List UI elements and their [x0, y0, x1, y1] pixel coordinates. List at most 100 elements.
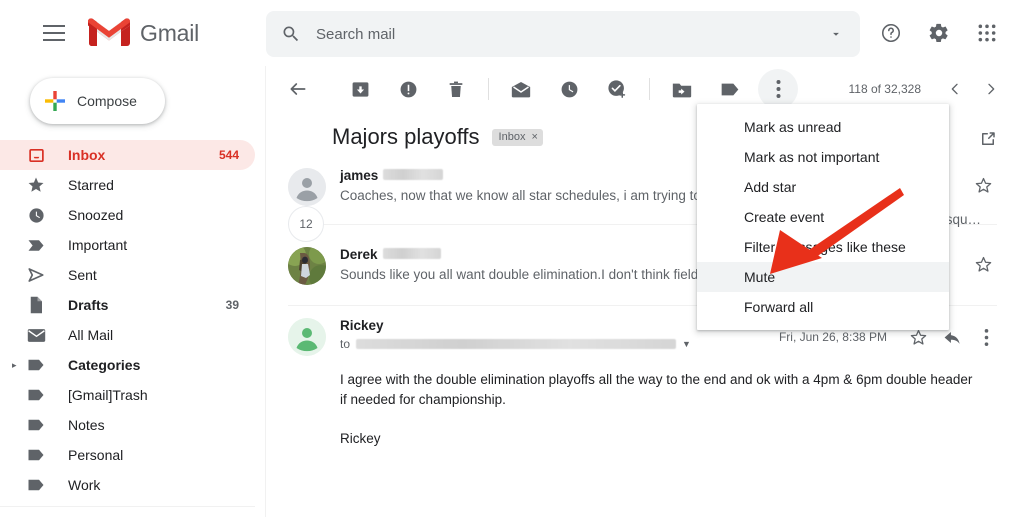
message-text: I agree with the double elimination play… — [340, 372, 973, 408]
draft-icon — [26, 295, 46, 315]
menu-item-add-star[interactable]: Add star — [697, 172, 949, 202]
sidebar-item-label: Notes — [68, 417, 105, 433]
plus-icon — [44, 90, 66, 112]
sidebar-item-label: Categories — [68, 357, 141, 373]
sidebar-item-gmail-trash[interactable]: [Gmail]Trash — [0, 380, 255, 410]
star-outline-icon[interactable] — [974, 255, 993, 279]
delete-icon[interactable] — [436, 69, 476, 109]
star-outline-icon[interactable] — [974, 176, 993, 200]
label-important-icon — [26, 235, 46, 255]
sidebar-item-count: 544 — [218, 148, 239, 162]
add-to-tasks-icon[interactable] — [597, 69, 637, 109]
sidebar-item-starred[interactable]: Starred — [0, 170, 255, 200]
sidebar-item-snoozed[interactable]: Snoozed — [0, 200, 255, 230]
menu-item-create-event[interactable]: Create event — [697, 202, 949, 232]
avatar — [288, 168, 326, 206]
brand-title: Gmail — [140, 19, 200, 46]
sender-name: james — [340, 168, 379, 183]
gear-icon[interactable] — [918, 12, 960, 54]
sidebar-item-sent[interactable]: Sent — [0, 260, 255, 290]
sidebar-item-label: Work — [68, 477, 101, 493]
menu-item-forward-all[interactable]: Forward all — [697, 292, 949, 322]
sidebar-item-count: 39 — [225, 298, 239, 312]
menu-item-mark-as-unread[interactable]: Mark as unread — [697, 112, 949, 142]
label-icon — [26, 355, 46, 375]
label-chip-text: Inbox — [498, 130, 526, 143]
redacted-sender — [383, 169, 444, 180]
snippet-text: Coaches, now that we know all star sched… — [340, 188, 726, 203]
report-spam-icon[interactable] — [388, 69, 428, 109]
toolbar-divider — [488, 78, 489, 100]
label-icon — [26, 385, 46, 405]
sidebar-divider — [0, 506, 255, 507]
sidebar-item-label: [Gmail]Trash — [68, 387, 148, 403]
meet-section-title: Meet — [0, 513, 265, 517]
label-icon — [26, 445, 46, 465]
message-date: Fri, Jun 26, 8:38 PM — [778, 330, 887, 344]
archive-icon[interactable] — [340, 69, 380, 109]
sender-name: Rickey — [340, 318, 384, 333]
sender-name: Derek — [340, 247, 378, 262]
sidebar-item-label: Inbox — [68, 147, 106, 163]
clock-icon — [26, 205, 46, 225]
sidebar-item-important[interactable]: Important — [0, 230, 255, 260]
move-to-icon[interactable] — [662, 69, 702, 109]
toolbar-divider-2 — [649, 78, 650, 100]
thread-counter: 118 of 32,328 — [848, 82, 921, 96]
menu-item-filter-messages-like-these[interactable]: Filter messages like these — [697, 232, 949, 262]
sidebar-item-label: Drafts — [68, 297, 109, 313]
chevron-down-icon[interactable]: ▼ — [682, 339, 691, 349]
chevron-right-icon[interactable] — [973, 71, 1009, 107]
sidebar-item-work[interactable]: Work — [0, 470, 255, 500]
sidebar-item-label: Snoozed — [68, 207, 124, 223]
sidebar-item-notes[interactable]: Notes — [0, 410, 255, 440]
more-options-icon[interactable] — [758, 69, 798, 109]
snooze-icon[interactable] — [549, 69, 589, 109]
sidebar-item-personal[interactable]: Personal — [0, 440, 255, 470]
gmail-brand[interactable]: Gmail — [88, 17, 199, 49]
mark-unread-icon[interactable] — [501, 69, 541, 109]
redacted-recipients — [356, 339, 677, 349]
open-in-new-window-icon[interactable] — [979, 130, 997, 153]
all-mail-icon — [26, 325, 46, 345]
gmail-m-logo — [88, 17, 130, 49]
avatar — [288, 318, 326, 356]
label-icon — [26, 475, 46, 495]
sidebar-item-categories[interactable]: ▸ Categories — [0, 350, 255, 380]
compose-button[interactable]: Compose — [30, 78, 165, 124]
more-options-menu: Mark as unread Mark as not important Add… — [697, 104, 949, 330]
sidebar: Compose Inbox 544 Starred Snoozed Import… — [0, 66, 266, 517]
sidebar-item-label: Personal — [68, 447, 124, 463]
sidebar-item-label: All Mail — [68, 327, 114, 343]
chevron-left-icon[interactable] — [937, 71, 973, 107]
label-chip-inbox[interactable]: Inbox × — [491, 128, 543, 146]
search-bar[interactable] — [266, 11, 860, 57]
hamburger-icon[interactable] — [32, 11, 76, 55]
labels-icon[interactable] — [710, 69, 750, 109]
close-icon[interactable]: × — [531, 131, 537, 143]
apps-grid-icon[interactable] — [966, 12, 1008, 54]
snippet-truncated-tail: squ… — [945, 212, 981, 227]
top-right-actions — [867, 12, 1011, 54]
sidebar-item-label: Sent — [68, 267, 97, 283]
compose-label: Compose — [77, 93, 137, 109]
send-icon — [26, 265, 46, 285]
avatar — [288, 247, 326, 285]
page-title: Majors playoffs — [332, 124, 480, 149]
inbox-icon — [26, 145, 46, 165]
sidebar-nav: Inbox 544 Starred Snoozed Important Sent… — [0, 140, 265, 517]
chevron-down-icon[interactable] — [816, 14, 856, 54]
help-icon[interactable] — [870, 12, 912, 54]
sidebar-item-drafts[interactable]: Drafts 39 — [0, 290, 255, 320]
menu-item-mark-as-not-important[interactable]: Mark as not important — [697, 142, 949, 172]
sidebar-item-label: Important — [68, 237, 128, 253]
label-icon — [26, 415, 46, 435]
search-input[interactable] — [316, 25, 816, 43]
sidebar-item-all-mail[interactable]: All Mail — [0, 320, 255, 350]
chevron-right-icon[interactable]: ▸ — [12, 360, 22, 371]
menu-item-mute[interactable]: Mute — [697, 262, 949, 292]
sidebar-item-inbox[interactable]: Inbox 544 — [0, 140, 255, 170]
back-arrow-icon[interactable] — [278, 69, 318, 109]
more-options-icon[interactable] — [969, 320, 1003, 354]
to-prefix: to — [340, 337, 351, 351]
